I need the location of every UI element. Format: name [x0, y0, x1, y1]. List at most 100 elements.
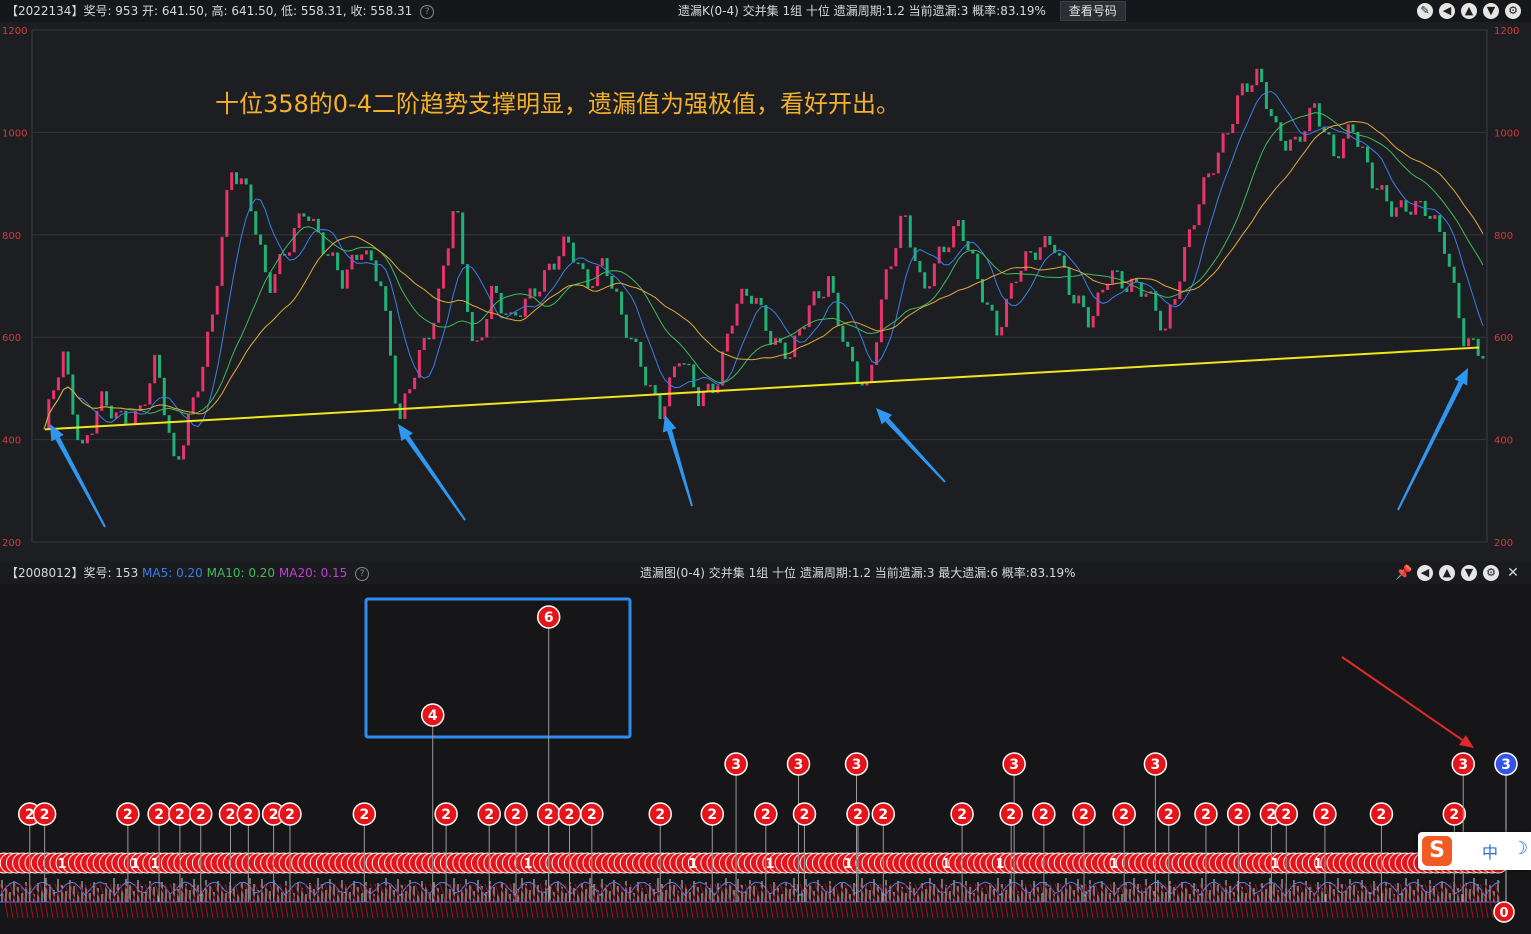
candle — [846, 341, 850, 347]
sogou-logo-icon[interactable]: S — [1422, 836, 1452, 866]
omission-badge: 2 — [1112, 802, 1136, 826]
candle — [1341, 138, 1345, 159]
candle — [841, 325, 845, 342]
up-icon[interactable]: ▲ — [1461, 3, 1477, 19]
candle — [422, 337, 426, 351]
help-icon[interactable]: ? — [420, 4, 435, 19]
close-icon[interactable]: ✕ — [1505, 565, 1521, 581]
settings-icon[interactable]: ⚙ — [1505, 3, 1521, 19]
candle — [1202, 177, 1206, 205]
badge-one-label: 1 — [57, 857, 66, 872]
ime-language-toggle[interactable]: 中 — [1482, 839, 1498, 863]
candle — [413, 377, 417, 390]
omission-bar-chart[interactable]: 1 1 1 1 1 1 1 1 1 1 1 12 2 2 2 2 2 2 2 2 2 242 2 262 2 2 2 2323232 2… — [0, 584, 1531, 934]
moon-icon[interactable]: ☽ — [1512, 838, 1528, 859]
current-omission-label: 3 — [1501, 757, 1511, 773]
candle — [105, 391, 109, 406]
help-icon[interactable]: ? — [355, 566, 370, 581]
candle — [302, 213, 306, 217]
omission-badge: 4 — [420, 703, 445, 727]
omission-badge: 2 — [1369, 802, 1394, 826]
badge-label: 2 — [707, 807, 717, 823]
candle — [557, 256, 561, 270]
candle — [331, 252, 335, 256]
candle — [1399, 200, 1403, 208]
candle — [783, 342, 787, 359]
candle — [1197, 204, 1201, 226]
omission-badge: 2 — [32, 802, 57, 826]
badge-label: 2 — [123, 807, 133, 823]
candle — [1029, 251, 1033, 253]
candle — [538, 291, 542, 297]
settings-icon[interactable]: ⚙ — [1483, 565, 1499, 581]
badge-label: 2 — [175, 807, 185, 823]
edit-icon[interactable]: ✎ — [1417, 3, 1433, 19]
candle — [745, 288, 749, 296]
candle — [143, 404, 147, 406]
candle — [826, 276, 830, 297]
candle — [1370, 162, 1374, 189]
candle — [615, 288, 619, 292]
view-numbers-button[interactable]: 查看号码 — [1059, 1, 1126, 21]
candle — [182, 445, 186, 460]
candle — [172, 432, 176, 457]
candle — [687, 363, 691, 366]
badge-label: 2 — [1377, 807, 1387, 823]
candle — [287, 252, 291, 256]
candle — [966, 241, 970, 251]
omission-badge: 3 — [724, 752, 748, 776]
omission-badge: 2 — [1442, 802, 1467, 826]
candle — [942, 246, 946, 253]
candle — [923, 272, 927, 289]
badge-label: 2 — [40, 807, 50, 823]
ime-toolbar[interactable]: S 中 ☽ — [1418, 832, 1531, 870]
candle — [831, 276, 835, 293]
candle — [1231, 123, 1235, 134]
candle — [1433, 215, 1437, 219]
candle — [523, 298, 527, 317]
candle — [1303, 131, 1307, 142]
pin-icon[interactable]: 📌 — [1395, 565, 1412, 581]
candle — [1086, 307, 1090, 328]
candle — [1173, 298, 1177, 305]
candle — [653, 384, 657, 395]
y-tick-right: 1000 — [1494, 128, 1519, 139]
candle — [1000, 326, 1004, 336]
omission-badge: 2 — [188, 802, 213, 826]
y-tick-left: 1200 — [2, 26, 27, 37]
candle — [759, 297, 763, 306]
top-chart-info-text: 【2022134】奖号: 953 开: 641.50, 高: 641.50, 低… — [6, 4, 413, 18]
candle — [196, 391, 200, 398]
back-icon[interactable]: ◀ — [1417, 565, 1433, 581]
candle — [85, 435, 89, 444]
badge-label: 4 — [428, 708, 438, 724]
back-icon[interactable]: ◀ — [1439, 3, 1455, 19]
candle — [985, 302, 989, 305]
candle — [581, 263, 585, 270]
badge-label: 2 — [655, 807, 665, 823]
candle — [1471, 338, 1475, 340]
badge-label: 2 — [1006, 807, 1016, 823]
candle — [1183, 247, 1187, 282]
candle — [682, 363, 686, 365]
candle — [1115, 270, 1119, 272]
candle — [764, 305, 768, 331]
candle — [437, 288, 441, 323]
candle — [244, 178, 248, 185]
candle — [71, 374, 75, 415]
badge-one-label: 1 — [1313, 857, 1322, 872]
omission-badge: 2 — [1157, 802, 1181, 826]
badge-label: 2 — [761, 807, 771, 823]
candle — [470, 311, 474, 342]
candle — [364, 250, 368, 255]
candle — [1288, 139, 1292, 151]
candle — [456, 211, 460, 213]
omission-badge: 2 — [950, 802, 974, 826]
down-icon[interactable]: ▼ — [1461, 565, 1477, 581]
candle — [1442, 231, 1446, 254]
up-icon[interactable]: ▲ — [1439, 565, 1455, 581]
down-icon[interactable]: ▼ — [1483, 3, 1499, 19]
candle — [1394, 207, 1398, 217]
badge-label: 2 — [269, 807, 279, 823]
candle — [336, 252, 340, 271]
